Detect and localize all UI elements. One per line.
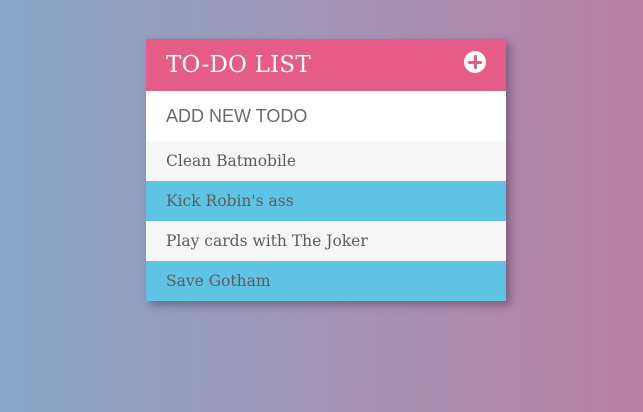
todo-item[interactable]: Kick Robin's ass	[146, 181, 506, 221]
todo-header: TO-DO LIST	[146, 39, 506, 91]
plus-circle-icon[interactable]	[464, 51, 486, 73]
todo-card: TO-DO LIST Clean Batmobile Kick Robin's …	[146, 39, 506, 301]
todo-item[interactable]: Clean Batmobile	[146, 141, 506, 181]
todo-item[interactable]: Play cards with The Joker	[146, 221, 506, 261]
todo-title: TO-DO LIST	[166, 52, 311, 78]
new-todo-input[interactable]	[146, 91, 506, 141]
todo-item[interactable]: Save Gotham	[146, 261, 506, 301]
todo-list: Clean Batmobile Kick Robin's ass Play ca…	[146, 141, 506, 301]
